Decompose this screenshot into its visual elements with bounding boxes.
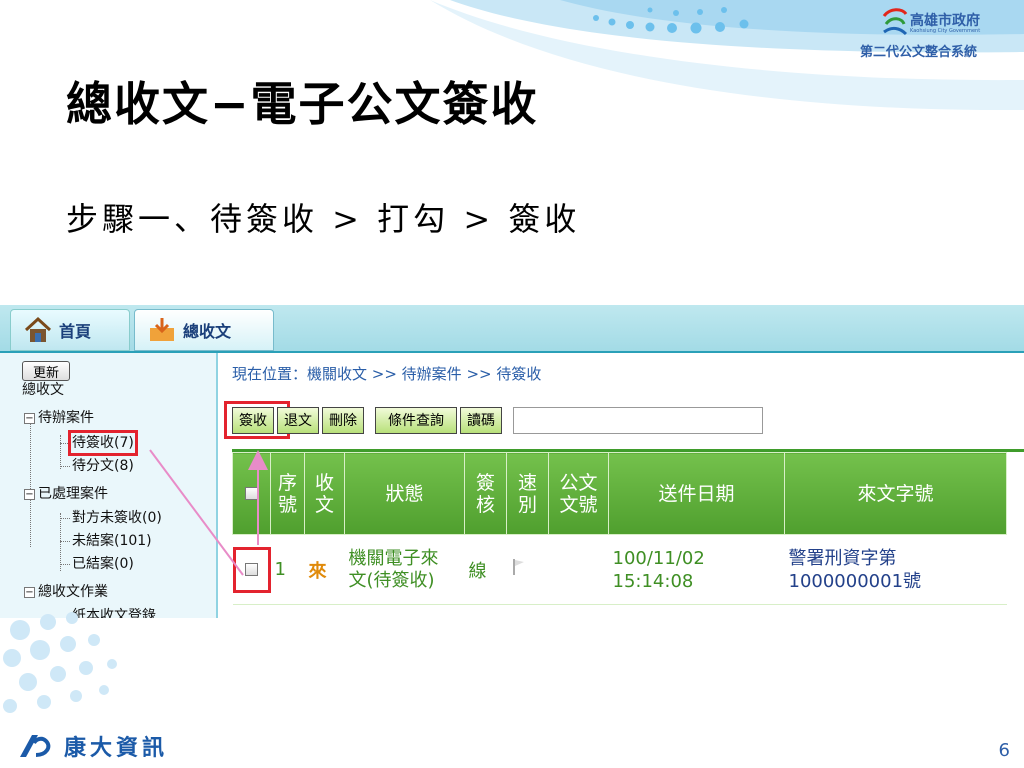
sidebar: 更新 總收文 − 待辦案件 待簽收(7) 待分文(8) − 已處理案件 對方未簽收(… — [0, 353, 218, 618]
tree-item-open[interactable]: 未結案(101) — [72, 532, 152, 550]
tree-item-processed[interactable]: − 已處理案件 — [24, 485, 108, 503]
slide-title: 總收文−電子公文簽收 — [66, 77, 539, 131]
tab-inbox-label: 總收文 — [183, 322, 232, 341]
tree-connector — [60, 466, 70, 467]
tree-connector — [60, 443, 70, 444]
city-logo: 高雄市政府 Kaohsiung City Government 第二代公文整合系… — [860, 6, 1010, 60]
row-speed — [506, 534, 549, 605]
tab-bar: 首頁 總收文 — [0, 305, 1024, 353]
header-docno: 公文 文號 — [548, 452, 609, 535]
header-status[interactable]: 狀態 — [344, 452, 465, 535]
tree-item-processed-label: 已處理案件 — [38, 486, 108, 502]
header-seq: 序號 — [270, 452, 305, 535]
row-date: 100/11/02 15:14:08 — [608, 534, 785, 605]
tree-item-closed[interactable]: 已結案(0) — [72, 555, 134, 573]
tree-item-pending-label: 待辦案件 — [38, 410, 94, 426]
inbox-icon — [150, 318, 174, 341]
tree-connector — [60, 541, 70, 542]
city-english-name: Kaohsiung City Government — [910, 28, 981, 34]
tree-item-to-sign[interactable]: 待簽收(7) — [68, 430, 138, 456]
flag-icon — [512, 559, 524, 575]
row-checkbox-highlight — [232, 546, 271, 593]
tree-item-pending[interactable]: − 待辦案件 — [24, 409, 94, 427]
tree-connector — [60, 564, 70, 565]
tree-connector — [30, 419, 31, 547]
company-logo: 康大資訊 — [16, 730, 168, 762]
toolbar: 簽收 退文 刪除 條件查詢 讀碼 — [232, 405, 763, 435]
tree-root[interactable]: 總收文 — [22, 381, 64, 399]
tree-item-inbox-ops[interactable]: − 總收文作業 — [24, 583, 108, 601]
header-ref[interactable]: 來文字號 — [784, 452, 1007, 535]
slide-subtitle: 步驟一、待簽收 > 打勾 > 簽收 — [66, 200, 581, 238]
row-seq: 1 — [270, 534, 305, 605]
row-sign: 線 — [464, 534, 507, 605]
tree-connector — [60, 435, 61, 469]
collapse-icon[interactable]: − — [24, 587, 35, 598]
select-all-header — [232, 452, 271, 535]
row-select-cell — [232, 534, 271, 605]
row-checkbox[interactable] — [245, 563, 258, 576]
city-name: 高雄市政府 — [910, 13, 980, 29]
row-ref: 警署刑資字第 1000000001號 — [784, 534, 1007, 605]
header-sign: 簽核 — [464, 452, 507, 535]
sign-button[interactable]: 簽收 — [232, 406, 274, 434]
home-icon — [24, 316, 52, 342]
tree-item-unsigned[interactable]: 對方未簽收(0) — [72, 509, 162, 527]
tree-connector — [60, 518, 70, 519]
company-name: 康大資訊 — [64, 736, 169, 761]
collapse-icon[interactable]: − — [24, 489, 35, 500]
kaohsiung-logo-icon — [882, 8, 908, 36]
barcode-input[interactable] — [513, 406, 763, 434]
tree-connector — [60, 513, 61, 571]
system-name: 第二代公文整合系統 — [860, 45, 978, 60]
read-code-button[interactable]: 讀碼 — [460, 406, 502, 434]
delete-button[interactable]: 刪除 — [322, 406, 364, 434]
select-all-checkbox[interactable] — [245, 486, 258, 500]
breadcrumb: 現在位置：機關收文 >> 待辦案件 >> 待簽收 — [232, 365, 542, 383]
document-grid: 序號 收文 狀態 簽核 速別 公文 文號 送件日期 來文字號 1 來 機關電子來… — [232, 449, 1024, 618]
table-row[interactable]: 1 來 機關電子來 文(待簽收) 線 100/11/02 15:14:08 警署刑資… — [232, 534, 1007, 605]
header-recv: 收文 — [304, 452, 345, 535]
header-speed: 速別 — [506, 452, 549, 535]
main-panel: 現在位置：機關收文 >> 待辦案件 >> 待簽收 簽收 退文 刪除 條件查詢 讀… — [220, 353, 1024, 618]
document-table: 序號 收文 狀態 簽核 速別 公文 文號 送件日期 來文字號 1 來 機關電子來… — [232, 452, 1007, 605]
query-button[interactable]: 條件查詢 — [375, 406, 457, 434]
refresh-button[interactable]: 更新 — [22, 361, 70, 381]
tab-home-label: 首頁 — [59, 322, 92, 341]
row-status: 機關電子來 文(待簽收) — [344, 534, 465, 605]
company-logo-icon — [20, 735, 51, 757]
row-docno — [548, 534, 609, 605]
collapse-icon[interactable]: − — [24, 413, 35, 424]
row-recv: 來 — [304, 534, 345, 605]
tree-item-inbox-ops-label: 總收文作業 — [38, 584, 108, 600]
return-button[interactable]: 退文 — [277, 406, 319, 434]
page-number: 6 — [998, 740, 1010, 761]
tab-inbox[interactable]: 總收文 — [134, 309, 274, 351]
app-screenshot: 首頁 總收文 更新 總收文 − 待辦案件 待簽收(7) 待分文(8) − 已處理案件… — [0, 305, 1024, 618]
tab-home[interactable]: 首頁 — [10, 309, 130, 351]
header-date[interactable]: 送件日期 — [608, 452, 785, 535]
tree-item-to-distribute[interactable]: 待分文(8) — [72, 457, 134, 475]
